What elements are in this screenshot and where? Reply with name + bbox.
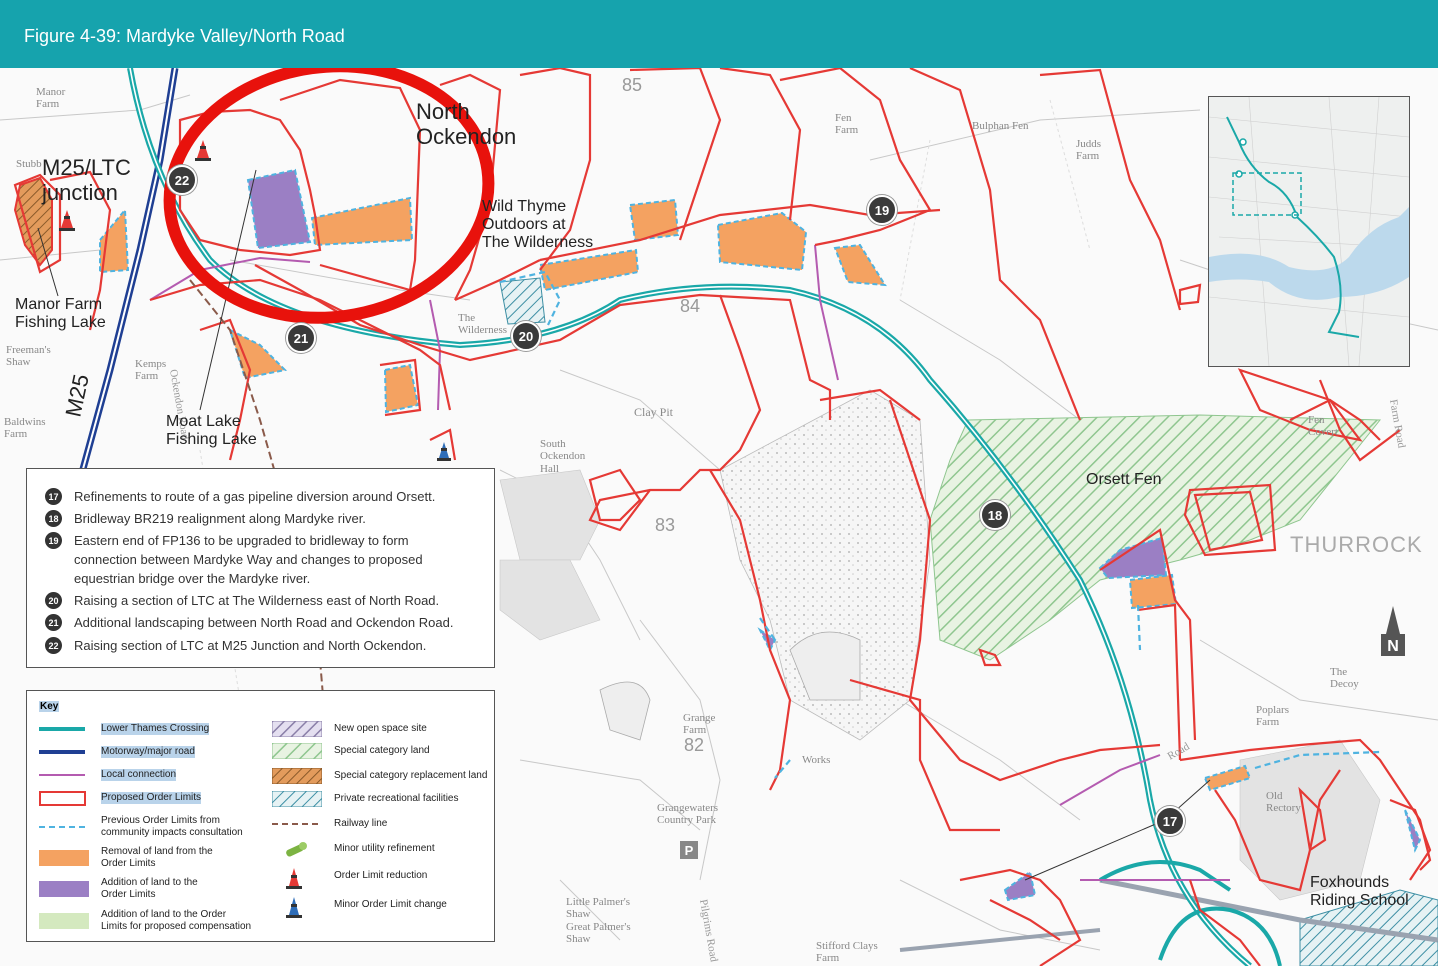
label-the-decoy: The Decoy (1330, 666, 1359, 691)
note-text: Bridleway BR219 realignment along Mardyk… (74, 511, 366, 526)
key-item-local-connection: Local connection (39, 767, 177, 783)
utility-pipe-icon (272, 841, 322, 857)
label-clay-pit: Clay Pit (634, 405, 674, 419)
key-item-special-category-replacement: Special category replacement land (271, 767, 487, 785)
label-fen-farm: Fen Farm (835, 112, 859, 137)
green-hatch-icon (271, 742, 323, 760)
north-arrow: N (1380, 606, 1406, 671)
teal-hatch-icon (271, 790, 323, 808)
note-21: 21 Additional landscaping between North … (45, 613, 474, 632)
note-number: 18 (45, 510, 62, 527)
brown-hatch-icon (271, 767, 323, 785)
teal-double-line-icon (39, 721, 89, 737)
label-wild-thyme: Wild Thyme Outdoors at The Wilderness (482, 198, 594, 251)
label-thurrock: THURROCK (1290, 532, 1423, 557)
label-stifford-clays: Stifford Clays Farm (816, 940, 878, 965)
orange-fill-icon (39, 850, 89, 866)
key-title: Key (39, 701, 60, 712)
key-item-addition-of-land: Addition of land to the Order Limits (39, 877, 198, 901)
grid-label-85: 85 (622, 75, 643, 95)
note-22: 22 Raising section of LTC at M25 Junctio… (45, 636, 474, 655)
label-moat-lake-fishing-lake: Moat Lake Fishing Lake (166, 413, 257, 448)
figure-header: Figure 4-39: Mardyke Valley/North Road (0, 0, 1438, 68)
key-item-removal-of-land: Removal of land from the Order Limits (39, 846, 213, 870)
key-item-railway-line: Railway line (272, 816, 387, 832)
label-baldwins-farm: Baldwins Farm (4, 416, 46, 441)
label-grangewaters: Grangewaters Country Park (657, 802, 719, 827)
railway-dashed-icon (272, 816, 322, 832)
note-number: 20 (45, 592, 62, 609)
key-item-previous-order-limits: Previous Order Limits from community imp… (39, 815, 243, 839)
label-judds-farm: Judds Farm (1076, 138, 1102, 163)
key-item-proposed-order-limits: Proposed Order Limits (39, 790, 202, 806)
red-outline-box-icon (39, 790, 89, 806)
blue-cone-icon (272, 897, 322, 918)
blue-double-line-icon (39, 744, 89, 760)
key-item-motorway: Motorway/major road (39, 744, 195, 760)
key-item-new-open-space: New open space site (271, 720, 427, 738)
label-foxhounds-riding-school: Foxhounds Riding School (1310, 874, 1409, 909)
note-text: Additional landscaping between North Roa… (74, 615, 454, 630)
key-item-minor-utility: Minor utility refinement (272, 841, 435, 857)
map-marker-19[interactable]: 19 (867, 195, 897, 225)
label-palmers-shaw: Little Palmer's Shaw Great Palmer's Shaw (566, 896, 631, 945)
key-item-lower-thames-crossing: Lower Thames Crossing (39, 721, 210, 737)
map-marker-17[interactable]: 17 (1155, 806, 1185, 836)
label-grange-farm: Grange Farm (683, 712, 716, 737)
map-marker-20[interactable]: 20 (511, 321, 541, 351)
key-item-addition-compensation: Addition of land to the Order Limits for… (39, 909, 251, 933)
key-item-minor-order-limit-change: Minor Order Limit change (272, 897, 447, 918)
label-manor-farm: Manor Farm (36, 86, 66, 111)
label-m25-ltc-junction: M25/LTC junction (42, 155, 131, 205)
map-marker-22[interactable]: 22 (167, 165, 197, 195)
red-cone-icon (272, 868, 322, 889)
grid-label-84: 84 (680, 296, 701, 316)
note-text: Raising section of LTC at M25 Junction a… (74, 638, 427, 653)
label-manor-farm-fishing-lake: Manor Farm Fishing Lake (15, 296, 106, 331)
grid-label-82: 82 (684, 735, 705, 755)
parking-icon: P (680, 841, 698, 859)
note-20: 20 Raising a section of LTC at The Wilde… (45, 591, 474, 610)
grid-label-83: 83 (655, 515, 676, 535)
purple-line-icon (39, 767, 89, 783)
label-fen-covert: Fen Covert (1308, 414, 1338, 439)
note-text: Refinements to route of a gas pipeline d… (74, 489, 436, 504)
label-kemps-farm: Kemps Farm (135, 358, 167, 383)
label-old-rectory: Old Rectory (1266, 790, 1301, 815)
note-number: 21 (45, 614, 62, 631)
label-works: Works (802, 754, 831, 766)
note-text: Eastern end of FP136 to be upgraded to b… (74, 533, 423, 586)
key-item-special-category-land: Special category land (271, 742, 430, 760)
note-text: Raising a section of LTC at The Wilderne… (74, 593, 440, 608)
label-poplars-farm: Poplars Farm (1256, 704, 1289, 729)
key-item-private-recreational: Private recreational facilities (271, 790, 459, 808)
map-marker-21[interactable]: 21 (286, 323, 316, 353)
label-the-wilderness: The Wilderness (458, 312, 508, 337)
figure-title: Figure 4-39: Mardyke Valley/North Road (24, 26, 345, 46)
light-green-fill-icon (39, 913, 89, 929)
note-number: 17 (45, 488, 62, 505)
north-letter: N (1387, 638, 1399, 655)
purple-hatch-icon (271, 720, 323, 738)
label-stubbers: Stubb (16, 158, 42, 170)
purple-fill-icon (39, 881, 89, 897)
blue-dashed-line-icon (39, 819, 89, 835)
note-number: 22 (45, 637, 62, 654)
label-south-ockendon-hall: South Ockendon Hall (540, 438, 586, 475)
note-19: 19 Eastern end of FP136 to be upgraded t… (45, 531, 444, 588)
label-bulphan-fen: Bulphan Fen (972, 120, 1029, 132)
map-key-legend: Key Lower Thames Crossing Motorway/major… (26, 690, 495, 942)
change-notes-panel: 17 Refinements to route of a gas pipelin… (26, 468, 495, 668)
key-item-order-limit-reduction: Order Limit reduction (272, 868, 427, 889)
map-marker-18[interactable]: 18 (980, 500, 1010, 530)
label-freemans-shaw: Freeman's Shaw (6, 344, 51, 369)
label-north-ockendon: North Ockendon (416, 99, 517, 149)
inset-locator-map (1208, 96, 1410, 367)
note-17: 17 Refinements to route of a gas pipelin… (45, 487, 474, 506)
label-orsett-fen: Orsett Fen (1086, 471, 1162, 488)
note-18: 18 Bridleway BR219 realignment along Mar… (45, 509, 474, 528)
note-number: 19 (45, 532, 62, 549)
